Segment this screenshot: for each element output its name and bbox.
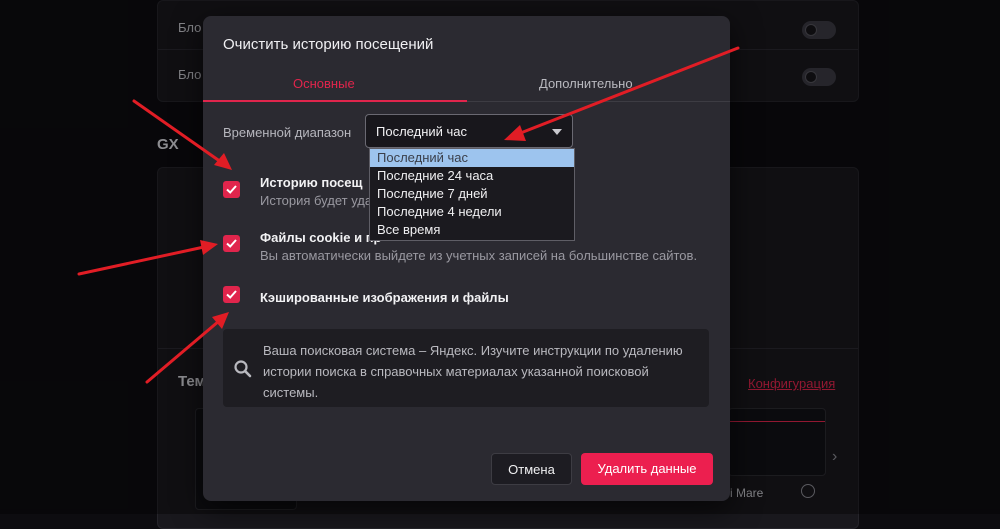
dropdown-option[interactable]: Последние 4 недели [370,203,574,221]
dialog-tabs: Основные Дополнительно [203,69,730,102]
dropdown-option[interactable]: Последние 7 дней [370,185,574,203]
search-engine-info: Ваша поисковая система – Яндекс. Изучите… [223,329,709,407]
cookies-checkbox[interactable] [223,235,240,252]
tab-basic[interactable]: Основные [293,76,355,91]
caret-down-icon [552,129,562,135]
cancel-button[interactable]: Отмена [491,453,572,485]
dropdown-option[interactable]: Последний час [370,149,574,167]
delete-data-button[interactable]: Удалить данные [581,453,713,485]
clear-history-dialog: Очистить историю посещений Основные Допо… [203,16,730,501]
search-icon [234,360,252,378]
cookies-option-title: Файлы cookie и пр [260,230,382,245]
time-range-label: Временной диапазон [223,125,352,140]
check-icon [226,290,237,299]
time-range-value: Последний час [376,124,468,139]
time-range-dropdown: Последний час Последние 24 часа Последни… [369,148,575,241]
history-checkbox[interactable] [223,181,240,198]
dropdown-option[interactable]: Все время [370,221,574,239]
search-engine-info-text: Ваша поисковая система – Яндекс. Изучите… [263,343,683,400]
check-icon [226,239,237,248]
cache-option-title: Кэшированные изображения и файлы [260,290,509,305]
active-tab-indicator [203,100,467,102]
dropdown-option[interactable]: Последние 24 часа [370,167,574,185]
history-option-subtitle: История будет уда [260,193,373,208]
dialog-title: Очистить историю посещений [223,36,434,53]
cookies-option-subtitle: Вы автоматически выйдете из учетных запи… [260,248,698,263]
tab-advanced[interactable]: Дополнительно [539,76,633,91]
cache-checkbox[interactable] [223,286,240,303]
time-range-select[interactable]: Последний час [365,114,573,148]
history-option-title: Историю посещ [260,175,363,190]
check-icon [226,185,237,194]
